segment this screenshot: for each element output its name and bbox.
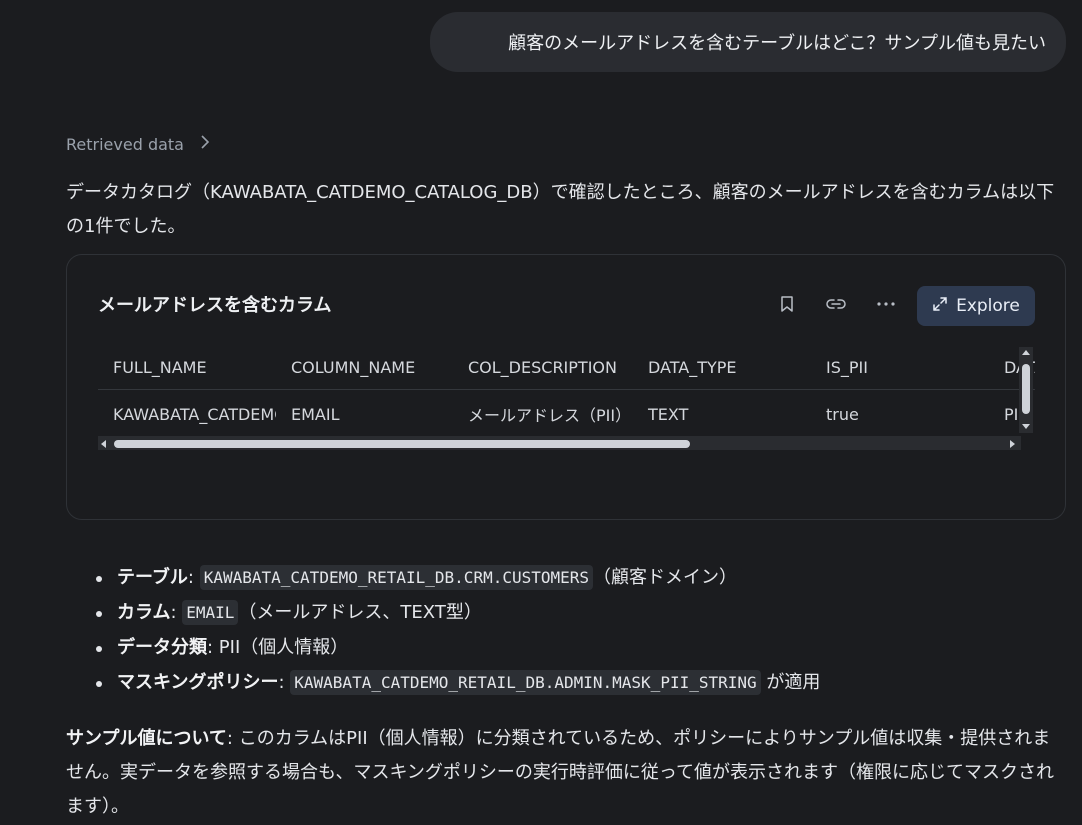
more-icon[interactable] bbox=[875, 293, 897, 315]
column-header: DATA_TYPE bbox=[633, 345, 811, 390]
column-header: IS_PII bbox=[811, 345, 989, 390]
user-message-text: 顧客のメールアドレスを含むテーブルはどこ？サンプル値も見たい bbox=[508, 33, 1046, 54]
item-label: マスキングポリシー bbox=[117, 672, 279, 693]
item-note: （顧客ドメイン） bbox=[593, 567, 738, 588]
list-item: マスキングポリシー: KAWABATA_CATDEMO_RETAIL_DB.AD… bbox=[96, 667, 820, 702]
sample-note-paragraph: サンプル値について: このカラムはPII（個人情報）に分類されているため、ポリシ… bbox=[66, 722, 1062, 824]
item-separator: : bbox=[187, 567, 200, 588]
explore-button[interactable]: Explore bbox=[917, 286, 1035, 326]
link-icon[interactable] bbox=[825, 293, 847, 315]
user-message-bubble: 顧客のメールアドレスを含むテーブルはどこ？サンプル値も見たい bbox=[430, 12, 1066, 72]
explore-label: Explore bbox=[956, 296, 1020, 316]
item-separator: : bbox=[170, 602, 183, 623]
column-header: COL_DESCRIPTION bbox=[453, 345, 633, 390]
table-row: KAWABATA_CATDEMO_RETAIL_DB.CRM.CUSTOMERS… bbox=[98, 390, 1035, 439]
results-table-viewport: FULL_NAME COLUMN_NAME COL_DESCRIPTION DA… bbox=[98, 345, 1035, 450]
item-note: が適用 bbox=[760, 672, 821, 693]
list-item: カラム: EMAIL （メールアドレス、TEXT型） bbox=[96, 597, 820, 632]
table-cell: KAWABATA_CATDEMO_RETAIL_DB.CRM.CUSTOMERS… bbox=[113, 404, 276, 424]
item-label: テーブル bbox=[117, 567, 188, 588]
result-card: メールアドレスを含むカラム Explore FULL_NAME COLUMN_N… bbox=[66, 254, 1066, 520]
list-item: データ分類: PII（個人情報） bbox=[96, 632, 820, 667]
results-table: FULL_NAME COLUMN_NAME COL_DESCRIPTION DA… bbox=[98, 345, 1035, 438]
summary-list: テーブル: KAWABATA_CATDEMO_RETAIL_DB.CRM.CUS… bbox=[96, 562, 820, 702]
expand-icon bbox=[932, 296, 948, 317]
sample-note-label: サンプル値について bbox=[66, 728, 227, 749]
table-header-row: FULL_NAME COLUMN_NAME COL_DESCRIPTION DA… bbox=[98, 345, 1035, 390]
card-title: メールアドレスを含むカラム bbox=[98, 295, 332, 316]
table-cell: TEXT bbox=[648, 404, 689, 424]
column-header: FULL_NAME bbox=[98, 345, 276, 390]
list-item: テーブル: KAWABATA_CATDEMO_RETAIL_DB.CRM.CUS… bbox=[96, 562, 820, 597]
inline-code: KAWABATA_CATDEMO_RETAIL_DB.CRM.CUSTOMERS bbox=[199, 565, 594, 590]
item-separator: : bbox=[278, 672, 291, 693]
inline-code: EMAIL bbox=[182, 600, 239, 625]
intro-paragraph: データカタログ（KAWABATA_CATDEMO_CATALOG_DB）で確認し… bbox=[66, 182, 1055, 237]
column-header: COLUMN_NAME bbox=[276, 345, 453, 390]
table-cell: true bbox=[826, 404, 859, 424]
item-text: : PII（個人情報） bbox=[207, 637, 349, 658]
retrieved-data-toggle[interactable]: Retrieved data bbox=[66, 134, 210, 155]
bookmark-icon[interactable] bbox=[776, 293, 798, 315]
retrieved-data-label: Retrieved data bbox=[66, 135, 184, 154]
item-note: （メールアドレス、TEXT型） bbox=[238, 602, 482, 623]
item-label: カラム bbox=[117, 602, 171, 623]
item-label: データ分類 bbox=[117, 637, 207, 658]
table-cell: メールアドレス（PII） bbox=[468, 406, 632, 425]
chevron-right-icon bbox=[200, 134, 210, 155]
horizontal-scrollbar[interactable] bbox=[98, 436, 1021, 450]
table-cell: EMAIL bbox=[291, 404, 340, 424]
inline-code: KAWABATA_CATDEMO_RETAIL_DB.ADMIN.MASK_PI… bbox=[290, 670, 761, 695]
vertical-scrollbar[interactable] bbox=[1019, 347, 1033, 433]
